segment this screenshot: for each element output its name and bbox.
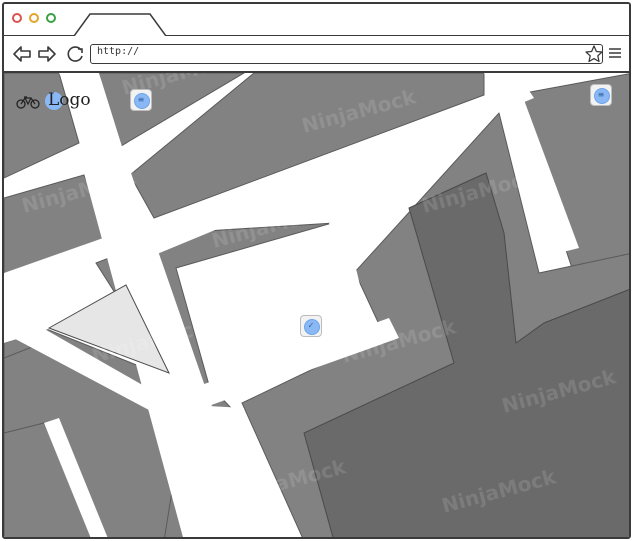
browser-titlebar: [4, 4, 629, 38]
browser-window: http:// NinjaMock NinjaMock NinjaMock Ni…: [2, 2, 631, 539]
maximize-window-button[interactable]: [46, 13, 56, 23]
url-text: http://: [97, 46, 140, 57]
minimize-window-button[interactable]: [29, 13, 39, 23]
map-canvas[interactable]: NinjaMock NinjaMock NinjaMock NinjaMock …: [4, 73, 631, 539]
arrow-left-icon[interactable]: [12, 45, 32, 63]
map-view[interactable]: NinjaMock NinjaMock NinjaMock NinjaMock …: [4, 73, 631, 539]
star-icon[interactable]: [584, 44, 604, 64]
list-icon-glyph: ≡: [597, 90, 605, 99]
close-window-button[interactable]: [12, 13, 22, 23]
url-input[interactable]: http://: [90, 44, 603, 64]
bicycle-icon: [16, 96, 40, 109]
browser-tab[interactable]: [74, 12, 166, 38]
map-pin-center[interactable]: ✓: [300, 315, 322, 337]
map-pin-top-right[interactable]: ≡: [590, 84, 612, 106]
map-pin-top-left[interactable]: ≡: [130, 89, 152, 111]
hamburger-menu-icon[interactable]: [608, 47, 622, 59]
reload-icon[interactable]: [66, 45, 86, 63]
list-icon-glyph: ≡: [137, 95, 145, 104]
arrow-right-icon[interactable]: [37, 45, 57, 63]
logo-text: Logo: [48, 90, 91, 110]
browser-navbar: http://: [4, 36, 629, 73]
check-icon-glyph: ✓: [307, 321, 315, 330]
